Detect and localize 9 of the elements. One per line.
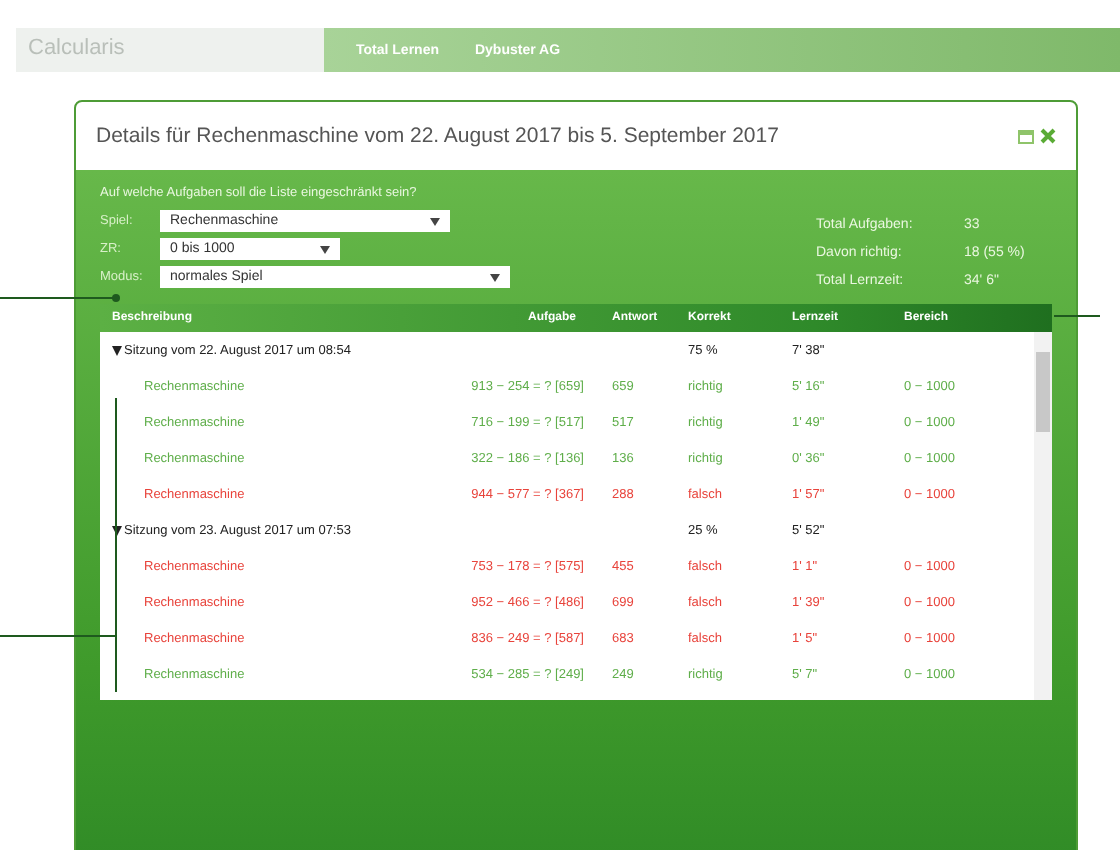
dialog-title: Details für Rechenmaschine vom 22. August 2017 bis 5. September 2017 [96, 124, 779, 148]
caret-icon [430, 217, 440, 225]
caret-icon [490, 273, 500, 281]
leader-line [0, 294, 120, 302]
caret-icon [320, 245, 330, 253]
leader-line [1053, 315, 1101, 317]
window-icon[interactable] [1018, 129, 1034, 143]
close-icon[interactable] [1040, 128, 1056, 144]
scrollbar[interactable] [1034, 332, 1052, 700]
